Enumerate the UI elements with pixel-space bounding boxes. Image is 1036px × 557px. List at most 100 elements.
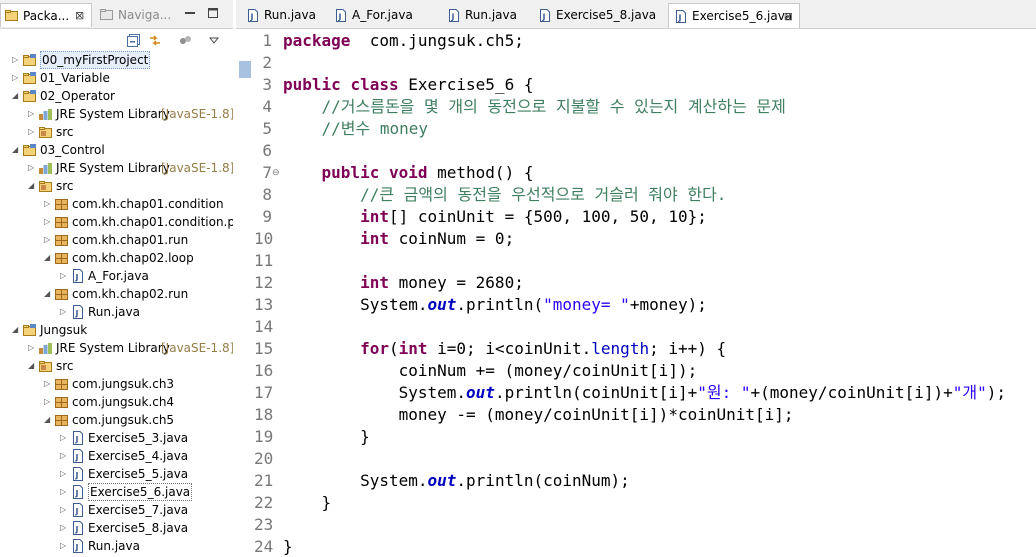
project-icon: [22, 53, 37, 67]
collapsed-arrow-icon[interactable]: ▷: [28, 159, 36, 177]
code-area[interactable]: package com.jungsuk.ch5; public class Exe…: [283, 29, 1036, 557]
collapsed-arrow-icon[interactable]: ▷: [60, 501, 68, 519]
expanded-arrow-icon[interactable]: ◢: [28, 357, 36, 375]
collapsed-arrow-icon[interactable]: ▷: [28, 105, 36, 123]
java-file-icon: J: [70, 485, 85, 499]
svg-text:J: J: [451, 13, 455, 22]
close-icon[interactable]: ⊠: [784, 4, 793, 29]
expanded-arrow-icon[interactable]: ◢: [44, 249, 52, 267]
editor-tab[interactable]: J Run.java: [241, 3, 325, 28]
package-icon: [54, 287, 69, 301]
code-token: );: [986, 383, 1007, 402]
tab-package-label: Packa...: [23, 9, 70, 23]
collapsed-arrow-icon[interactable]: ▷: [60, 303, 68, 321]
code-token: length: [591, 339, 650, 358]
package-explorer-icon: [5, 10, 18, 21]
code-token: }: [283, 427, 370, 446]
java-file-icon: J: [70, 539, 85, 553]
code-token: Exercise5_6 {: [398, 75, 534, 94]
collapsed-arrow-icon[interactable]: ▷: [60, 483, 68, 501]
line-number: 14: [254, 317, 274, 336]
tree-item-label: Jungsuk: [40, 323, 88, 337]
code-token: method() {: [427, 163, 534, 182]
expanded-arrow-icon[interactable]: ◢: [44, 285, 52, 303]
line-number: 16: [254, 361, 274, 380]
collapsed-arrow-icon[interactable]: ▷: [60, 537, 68, 555]
line-number: 5: [262, 119, 272, 138]
java-file-icon: J: [70, 467, 85, 481]
editor-tab[interactable]: J Run.java: [442, 3, 530, 28]
code-editor: J Run.java J A_For.java J Run.java J Exercise5_…: [236, 0, 1036, 557]
code-line: }: [283, 536, 293, 557]
line-number: 9: [262, 207, 272, 226]
collapsed-arrow-icon[interactable]: ▷: [60, 519, 68, 537]
code-token: out: [427, 295, 457, 314]
expanded-arrow-icon[interactable]: ◢: [28, 177, 36, 195]
collapsed-arrow-icon[interactable]: ▷: [60, 465, 68, 483]
tree-item-label: com.kh.chap02.loop: [72, 251, 194, 265]
code-token: ; i++) {: [649, 339, 727, 358]
code-token: out: [466, 383, 495, 402]
link-with-editor-icon[interactable]: [147, 33, 163, 48]
line-number: 20: [254, 449, 274, 468]
collapsed-arrow-icon[interactable]: ▷: [44, 231, 52, 249]
collapsed-arrow-icon[interactable]: ▷: [60, 447, 68, 465]
collapsed-arrow-icon[interactable]: ▷: [12, 51, 20, 69]
chevron-down-icon[interactable]: [206, 33, 222, 48]
collapsed-arrow-icon[interactable]: ▷: [44, 213, 52, 231]
code-line: //큰 금액의 동전을 우선적으로 거슬러 줘야 한다.: [283, 184, 726, 206]
line-number: 11: [254, 251, 274, 270]
svg-text:J: J: [250, 13, 254, 22]
view-menu-dots-icon[interactable]: [178, 33, 194, 48]
tree-item-label: Exercise5_3.java: [88, 431, 189, 445]
collapse-all-icon[interactable]: [126, 33, 142, 48]
tree-item-label: Exercise5_8.java: [88, 521, 189, 535]
line-number: 13: [254, 295, 274, 314]
tree-item-label: com.kh.chap01.run: [72, 233, 189, 247]
collapsed-arrow-icon[interactable]: ▷: [28, 123, 36, 141]
code-line: coinNum += (money/coinUnit[i]);: [283, 360, 698, 382]
java-file-icon: J: [676, 10, 686, 23]
code-line: }: [283, 492, 332, 514]
tab-navigator[interactable]: Naviga...: [96, 3, 171, 27]
code-token: "원: ": [697, 383, 751, 402]
tab-package-explorer[interactable]: Packa... ⊠: [0, 3, 92, 27]
code-token: [] coinUnit = {500, 100, 50, 10};: [388, 207, 707, 226]
tree-item-label: Run.java: [88, 305, 140, 319]
line-number: 22: [254, 493, 274, 512]
collapsed-arrow-icon[interactable]: ▷: [44, 195, 52, 213]
code-token: package: [283, 31, 351, 50]
code-token: void: [388, 163, 428, 182]
close-icon[interactable]: ⊠: [75, 4, 84, 28]
editor-tab[interactable]: J A_For.java: [329, 3, 439, 28]
src-folder-icon: [38, 179, 53, 193]
collapsed-arrow-icon[interactable]: ▷: [60, 429, 68, 447]
collapsed-arrow-icon[interactable]: ▷: [12, 69, 20, 87]
line-number: 21: [254, 471, 274, 490]
collapsed-arrow-icon[interactable]: ▷: [28, 339, 36, 357]
collapsed-arrow-icon[interactable]: ▷: [60, 267, 68, 285]
expanded-arrow-icon[interactable]: ◢: [12, 87, 20, 105]
expanded-arrow-icon[interactable]: ◢: [12, 141, 20, 159]
library-icon: [38, 161, 53, 175]
fold-toggle-icon[interactable]: ⊖: [272, 162, 280, 184]
code-line: System.out.println(coinNum);: [283, 470, 630, 492]
maximize-icon[interactable]: [206, 6, 220, 20]
expanded-arrow-icon[interactable]: ◢: [12, 321, 20, 339]
tree-item-label: Exercise5_7.java: [88, 503, 189, 517]
collapsed-arrow-icon[interactable]: ▷: [44, 375, 52, 393]
collapsed-arrow-icon[interactable]: ▷: [44, 393, 52, 411]
expanded-arrow-icon[interactable]: ◢: [44, 411, 52, 429]
line-number: 15: [254, 339, 274, 358]
package-icon: [54, 251, 69, 265]
package-icon: [54, 197, 69, 211]
minimize-icon[interactable]: [183, 6, 197, 20]
editor-tab[interactable]: J Exercise5_8.java: [533, 3, 665, 28]
editor-tab[interactable]: J Exercise5_6.java ⊠: [668, 3, 800, 28]
tree-item-label: JRE System Library: [56, 341, 170, 355]
line-number: 17: [254, 383, 274, 402]
current-line-marker: [239, 61, 251, 78]
java-file-icon: J: [70, 503, 85, 517]
